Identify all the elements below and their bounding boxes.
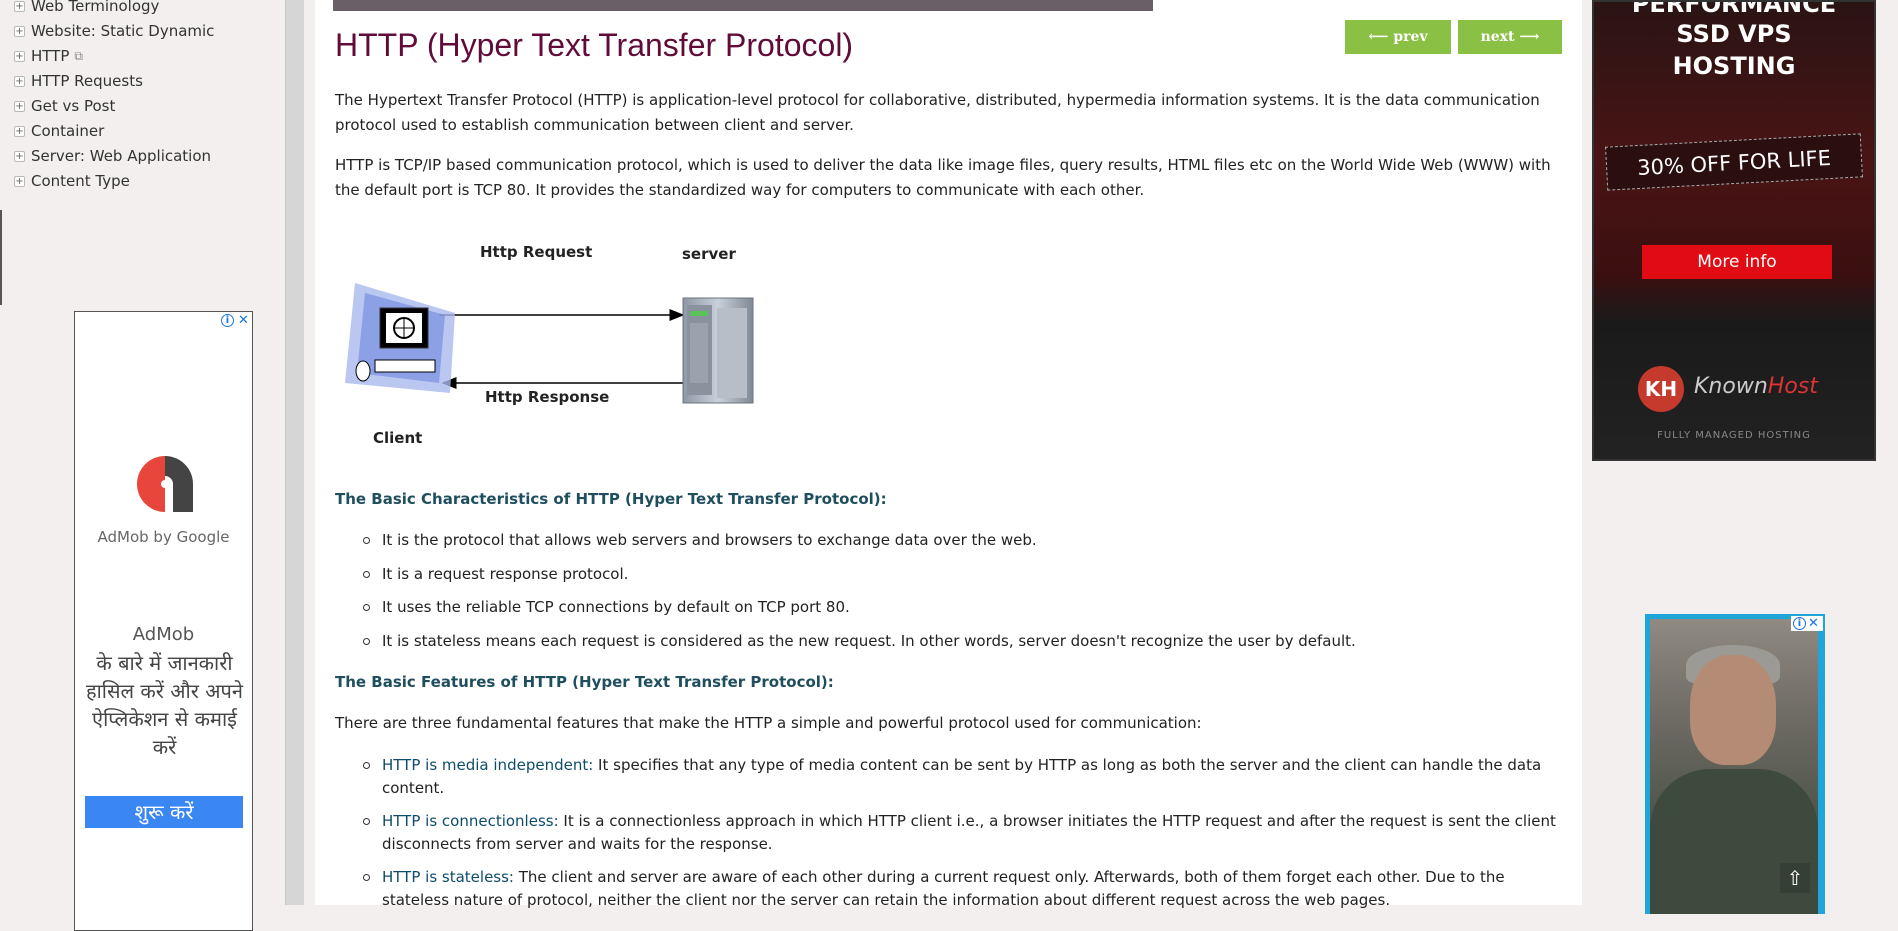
sidebar: + Web Terminology + Website: Static Dynami… (0, 0, 285, 931)
list-item: It is the protocol that allows web serve… (335, 529, 1560, 563)
sidebar-item-label: HTTP (31, 47, 70, 65)
external-link-icon: ⧉ (74, 49, 83, 63)
sidebar-item-label: Server: Web Application (31, 147, 212, 165)
ad-body: के बारे में जानकारी हासिल करें और अपने ऐ… (85, 651, 244, 759)
feature-term: HTTP is connectionless: (382, 812, 559, 830)
sidebar-item-web-terminology[interactable]: + Web Terminology (14, 0, 214, 19)
feature-term: HTTP is media independent: (382, 756, 594, 774)
sidebar-item-label: Container (31, 122, 105, 140)
expand-icon[interactable]: + (14, 26, 25, 37)
sidebar-item-label: Content Type (31, 172, 130, 190)
ad-info-icon[interactable]: i (1793, 617, 1806, 630)
ad-tagline: FULLY MANAGED HOSTING (1657, 430, 1811, 441)
features-heading: The Basic Features of HTTP (Hyper Text T… (335, 673, 834, 691)
sidebar-item-http-requests[interactable]: + HTTP Requests (14, 69, 214, 94)
ad-controls: i ✕ (221, 314, 250, 327)
list-item: It uses the reliable TCP connections by … (335, 596, 1560, 630)
ad-headline: SSD VPS HOSTING (1594, 18, 1874, 82)
expand-icon[interactable]: + (14, 126, 25, 137)
sidebar-item-website-static-dynamic[interactable]: + Website: Static Dynamic (14, 19, 214, 44)
client-label: Client (373, 429, 422, 447)
server-icon (682, 297, 754, 404)
ad-headline-line: SSD VPS (1676, 20, 1792, 48)
expand-icon[interactable]: + (14, 51, 25, 62)
features-intro: There are three fundamental features tha… (335, 714, 1202, 732)
top-banner (333, 0, 1153, 11)
sidebar-scroll-marker (0, 210, 2, 305)
http-diagram: Http Request server Http Response Client (345, 243, 754, 447)
list-item: It is stateless means each request is co… (335, 630, 1560, 664)
characteristics-list: It is the protocol that allows web serve… (335, 529, 1560, 663)
scroll-to-top-icon[interactable]: ⇧ (1780, 863, 1810, 893)
sidebar-item-label: Web Terminology (31, 0, 160, 15)
ad-brand: KnownHost (1694, 374, 1818, 399)
feature-term: HTTP is stateless: (382, 868, 514, 886)
feature-text: It is a connectionless approach in which… (382, 812, 1556, 853)
photo-face (1690, 655, 1776, 765)
sidebar-item-server-web-application[interactable]: + Server: Web Application (14, 144, 214, 169)
sidebar-nav: + Web Terminology + Website: Static Dynami… (14, 0, 214, 194)
features-list: HTTP is media independent: It specifies … (335, 754, 1560, 922)
sidebar-item-label: Website: Static Dynamic (31, 22, 215, 40)
expand-icon[interactable]: + (14, 176, 25, 187)
expand-icon[interactable]: + (14, 151, 25, 162)
next-button[interactable]: next ⟶ (1458, 20, 1562, 54)
list-item: HTTP is connectionless: It is a connecti… (335, 810, 1560, 856)
admob-ad[interactable]: i ✕ AdMob by Google AdMob के बारे में जा… (74, 311, 253, 931)
expand-icon[interactable]: + (14, 1, 25, 12)
expand-icon[interactable]: + (14, 76, 25, 87)
admob-brand: AdMob by Google (97, 528, 230, 546)
prev-button[interactable]: ⟵ prev (1345, 20, 1451, 54)
ad-close-icon[interactable]: ✕ (237, 314, 250, 327)
ad-offer: 30% OFF FOR LIFE (1605, 133, 1863, 191)
intro-paragraph: The Hypertext Transfer Protocol (HTTP) i… (335, 91, 1540, 134)
sidebar-item-label: HTTP Requests (31, 72, 143, 90)
list-item: It is a request response protocol. (335, 563, 1560, 597)
knownhost-logo-icon: KH (1638, 366, 1684, 412)
ad-controls: i ✕ (1791, 616, 1823, 631)
list-item: HTTP is media independent: It specifies … (335, 754, 1560, 800)
characteristics-heading: The Basic Characteristics of HTTP (Hyper… (335, 490, 887, 508)
sidebar-divider (285, 0, 304, 905)
sidebar-item-content-type[interactable]: + Content Type (14, 169, 214, 194)
list-item: HTTP is stateless: The client and server… (335, 866, 1560, 912)
more-info-button[interactable]: More info (1642, 245, 1832, 279)
sidebar-item-label: Get vs Post (31, 97, 116, 115)
page-title: HTTP (Hyper Text Transfer Protocol) (335, 27, 854, 63)
ad-brand-part: Known (1694, 374, 1768, 399)
expand-icon[interactable]: + (14, 101, 25, 112)
sidebar-item-http[interactable]: + HTTP ⧉ (14, 44, 214, 69)
ad-headline: PERFORMANCE (1631, 0, 1837, 18)
http-request-label: Http Request (480, 243, 592, 261)
sidebar-item-get-vs-post[interactable]: + Get vs Post (14, 94, 214, 119)
http-response-label: Http Response (485, 388, 609, 406)
ad-info-icon[interactable]: i (221, 314, 234, 327)
vps-hosting-ad[interactable]: PERFORMANCE SSD VPS HOSTING 30% OFF FOR … (1592, 0, 1876, 461)
sidebar-item-container[interactable]: + Container (14, 119, 214, 144)
feature-text: The client and server are aware of each … (382, 868, 1505, 909)
admob-logo-icon (137, 456, 193, 512)
ad-title: AdMob (132, 624, 195, 645)
main-content: HTTP (Hyper Text Transfer Protocol) ⟵ pr… (315, 0, 1582, 909)
client-computer-icon (345, 283, 455, 393)
server-label: server (682, 245, 736, 263)
ad-brand-part: Host (1767, 374, 1818, 399)
tcp-paragraph: HTTP is TCP/IP based communication proto… (335, 156, 1551, 199)
ad-cta-button[interactable]: शुरू करें (85, 796, 243, 828)
ad-headline-line: HOSTING (1672, 52, 1796, 80)
ad-close-icon[interactable]: ✕ (1808, 617, 1821, 630)
